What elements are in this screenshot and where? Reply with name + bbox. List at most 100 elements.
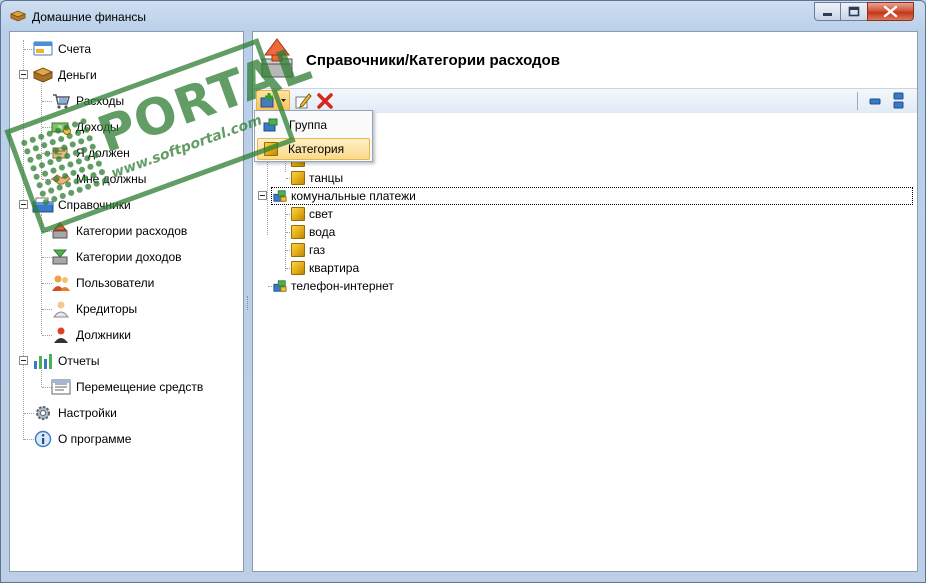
category-item[interactable]: газ <box>291 241 325 259</box>
nav-item-label: Деньги <box>58 68 97 82</box>
page-title: Справочники/Категории расходов <box>306 52 560 69</box>
categories-tree: танцы комунальные платежи свет вода газ … <box>253 113 917 571</box>
group-icon <box>263 118 278 132</box>
category-item[interactable]: свет <box>291 205 333 223</box>
nav-item-creditors[interactable]: Кредиторы <box>50 299 137 319</box>
nav-item-expense-categories[interactable]: Категории расходов <box>50 221 187 241</box>
expander-reports[interactable] <box>19 356 28 365</box>
menu-item-category[interactable]: Категория <box>257 138 370 160</box>
maximize-icon <box>848 6 860 17</box>
category-label: газ <box>309 243 326 257</box>
category-item[interactable]: танцы <box>291 169 343 187</box>
wallet-icon <box>10 10 26 22</box>
nav-item-money[interactable]: Деньги <box>32 65 97 85</box>
delete-icon[interactable] <box>315 91 335 111</box>
add-dropdown-button[interactable] <box>256 90 290 111</box>
collapse-icon[interactable] <box>865 91 885 111</box>
nav-item-directories[interactable]: Справочники <box>32 195 131 215</box>
income-categories-icon <box>52 249 68 265</box>
menu-item-group[interactable]: Группа <box>257 114 370 136</box>
add-dropdown-menu: Группа Категория <box>254 110 373 162</box>
gear-icon <box>36 406 50 420</box>
nav-item-expenses[interactable]: Расходы <box>50 91 124 111</box>
nav-item-accounts[interactable]: Счета <box>32 39 91 59</box>
expander-money[interactable] <box>19 70 28 79</box>
reports-icon <box>34 354 52 369</box>
expense-categories-icon <box>52 222 68 239</box>
nav-item-i-owe[interactable]: Я должен <box>50 143 130 163</box>
nav-item-label: Категории доходов <box>76 250 182 264</box>
close-button[interactable] <box>867 2 914 21</box>
minimize-icon <box>823 13 832 16</box>
tree-line <box>41 84 42 179</box>
category-box-icon <box>291 171 305 185</box>
cart-icon <box>53 94 70 109</box>
window-title: Домашние финансы <box>32 10 146 24</box>
books-icon <box>32 197 54 213</box>
category-box-icon <box>264 142 278 156</box>
nav-item-label: Пользователи <box>76 276 155 290</box>
navigation-tree: Счета Деньги Расходы Доходы Я должен Мне… <box>9 31 244 572</box>
add-icon <box>260 93 286 108</box>
panel-splitter[interactable] <box>244 31 252 572</box>
transfer-report-icon <box>51 379 71 395</box>
nav-item-label: Кредиторы <box>76 302 138 316</box>
nav-item-label: Настройки <box>58 406 117 420</box>
tree-line <box>41 214 42 334</box>
maximize-button[interactable] <box>840 2 868 21</box>
nav-item-label: Я должен <box>76 146 130 160</box>
info-icon <box>34 430 52 448</box>
expander-directories[interactable] <box>19 200 28 209</box>
category-item[interactable]: квартира <box>291 259 359 277</box>
group-item[interactable]: телефон-интернет <box>273 277 394 295</box>
expense-categories-icon <box>261 38 293 78</box>
nav-item-settings[interactable]: Настройки <box>32 403 117 423</box>
minimize-button[interactable] <box>814 2 841 21</box>
category-label: вода <box>309 225 336 239</box>
expander-utilities[interactable] <box>258 191 267 200</box>
nav-item-label: Отчеты <box>58 354 100 368</box>
category-label: квартира <box>309 261 360 275</box>
nav-item-label: Категории расходов <box>76 224 188 238</box>
nav-item-owed-to-me[interactable]: Мне должны <box>50 169 146 189</box>
users-icon <box>52 275 70 291</box>
nav-item-income-categories[interactable]: Категории доходов <box>50 247 182 267</box>
category-item[interactable]: вода <box>291 223 335 241</box>
category-box-icon <box>291 261 305 275</box>
content-header: Справочники/Категории расходов <box>253 32 917 88</box>
app-window: Домашние финансы Счета Деньги Расходы До… <box>0 0 926 583</box>
debt-icon <box>52 147 68 159</box>
creditors-icon <box>53 301 69 318</box>
nav-item-label: Расходы <box>76 94 125 108</box>
edit-icon[interactable] <box>293 91 313 111</box>
nav-item-funds-transfer[interactable]: Перемещение средств <box>50 377 203 397</box>
group-label: комунальные платежи <box>291 189 416 203</box>
nav-item-label: Мне должны <box>76 172 147 186</box>
debtors-icon <box>54 327 68 343</box>
expand-icon[interactable] <box>889 91 909 111</box>
category-box-icon <box>291 225 305 239</box>
accounts-icon <box>33 41 53 56</box>
title-bar[interactable]: Домашние финансы <box>1 1 925 31</box>
group-icon <box>273 190 287 202</box>
nav-item-label: Доходы <box>76 120 119 134</box>
nav-item-reports[interactable]: Отчеты <box>32 351 99 371</box>
nav-item-label: Перемещение средств <box>76 380 204 394</box>
wallet-icon <box>32 67 54 83</box>
handshake-icon <box>51 174 71 185</box>
menu-item-label: Группа <box>289 118 328 132</box>
close-icon <box>883 5 898 18</box>
tree-line <box>285 206 286 271</box>
nav-item-users[interactable]: Пользователи <box>50 273 154 293</box>
group-icon <box>273 280 287 292</box>
nav-item-debtors[interactable]: Должники <box>50 325 131 345</box>
group-item[interactable]: комунальные платежи <box>273 187 416 205</box>
toolbar-separator <box>857 92 858 110</box>
nav-item-label: О программе <box>58 432 132 446</box>
money-icon <box>51 122 71 135</box>
nav-item-income[interactable]: Доходы <box>50 117 119 137</box>
nav-item-about[interactable]: О программе <box>32 429 131 449</box>
nav-item-label: Должники <box>76 328 131 342</box>
group-label: телефон-интернет <box>291 279 394 293</box>
menu-item-label: Категория <box>288 142 345 156</box>
